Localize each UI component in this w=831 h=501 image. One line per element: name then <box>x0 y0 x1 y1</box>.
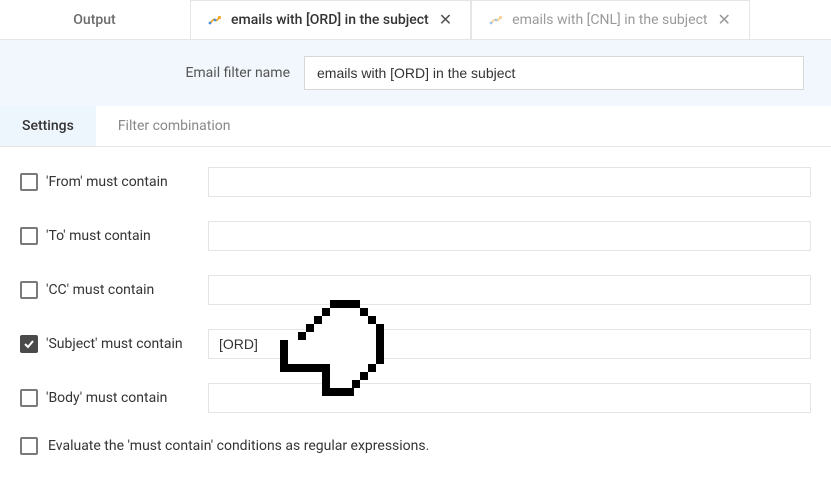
row-to: 'To' must contain <box>20 221 811 251</box>
checkbox-regex[interactable] <box>20 437 38 455</box>
workflow-icon <box>488 12 504 28</box>
tab-file-inactive[interactable]: emails with [CNL] in the subject ✕ <box>471 0 750 39</box>
name-field-input[interactable] <box>304 56 804 90</box>
label-cc: 'CC' must contain <box>46 282 154 298</box>
top-tabbar: Output emails with [ORD] in the subject … <box>0 0 831 40</box>
tab-file-inactive-label: emails with [CNL] in the subject <box>512 12 707 28</box>
label-to: 'To' must contain <box>46 228 151 244</box>
tab-file-active[interactable]: emails with [ORD] in the subject ✕ <box>190 0 471 39</box>
checkbox-body[interactable] <box>20 389 38 407</box>
row-subject: 'Subject' must contain <box>20 329 811 359</box>
row-cc: 'CC' must contain <box>20 275 811 305</box>
subtab-bar: Settings Filter combination <box>0 106 831 147</box>
subtab-filter-combination-label: Filter combination <box>118 118 231 134</box>
close-icon[interactable]: ✕ <box>437 12 454 28</box>
row-body: 'Body' must contain <box>20 383 811 413</box>
tab-output-label: Output <box>73 12 115 28</box>
input-body[interactable] <box>208 383 811 413</box>
subtab-settings[interactable]: Settings <box>0 106 96 146</box>
name-bar: Email filter name <box>0 40 831 106</box>
row-regex: Evaluate the 'must contain' conditions a… <box>20 437 811 455</box>
label-subject: 'Subject' must contain <box>46 336 183 352</box>
input-subject[interactable] <box>208 329 811 359</box>
label-from: 'From' must contain <box>46 174 168 190</box>
input-from[interactable] <box>208 167 811 197</box>
settings-panel: 'From' must contain 'To' must contain 'C… <box>0 147 831 455</box>
input-to[interactable] <box>208 221 811 251</box>
checkbox-to[interactable] <box>20 227 38 245</box>
subtab-filter-combination[interactable]: Filter combination <box>96 106 253 146</box>
label-body: 'Body' must contain <box>46 390 167 406</box>
workflow-icon <box>207 12 223 28</box>
checkbox-subject[interactable] <box>20 335 38 353</box>
checkbox-from[interactable] <box>20 173 38 191</box>
tab-file-active-label: emails with [ORD] in the subject <box>231 12 429 28</box>
input-cc[interactable] <box>208 275 811 305</box>
subtab-settings-label: Settings <box>22 118 74 134</box>
row-from: 'From' must contain <box>20 167 811 197</box>
close-icon[interactable]: ✕ <box>715 12 732 28</box>
tab-output[interactable]: Output <box>0 0 190 39</box>
label-regex: Evaluate the 'must contain' conditions a… <box>48 438 429 454</box>
name-field-label: Email filter name <box>20 65 290 81</box>
checkbox-cc[interactable] <box>20 281 38 299</box>
